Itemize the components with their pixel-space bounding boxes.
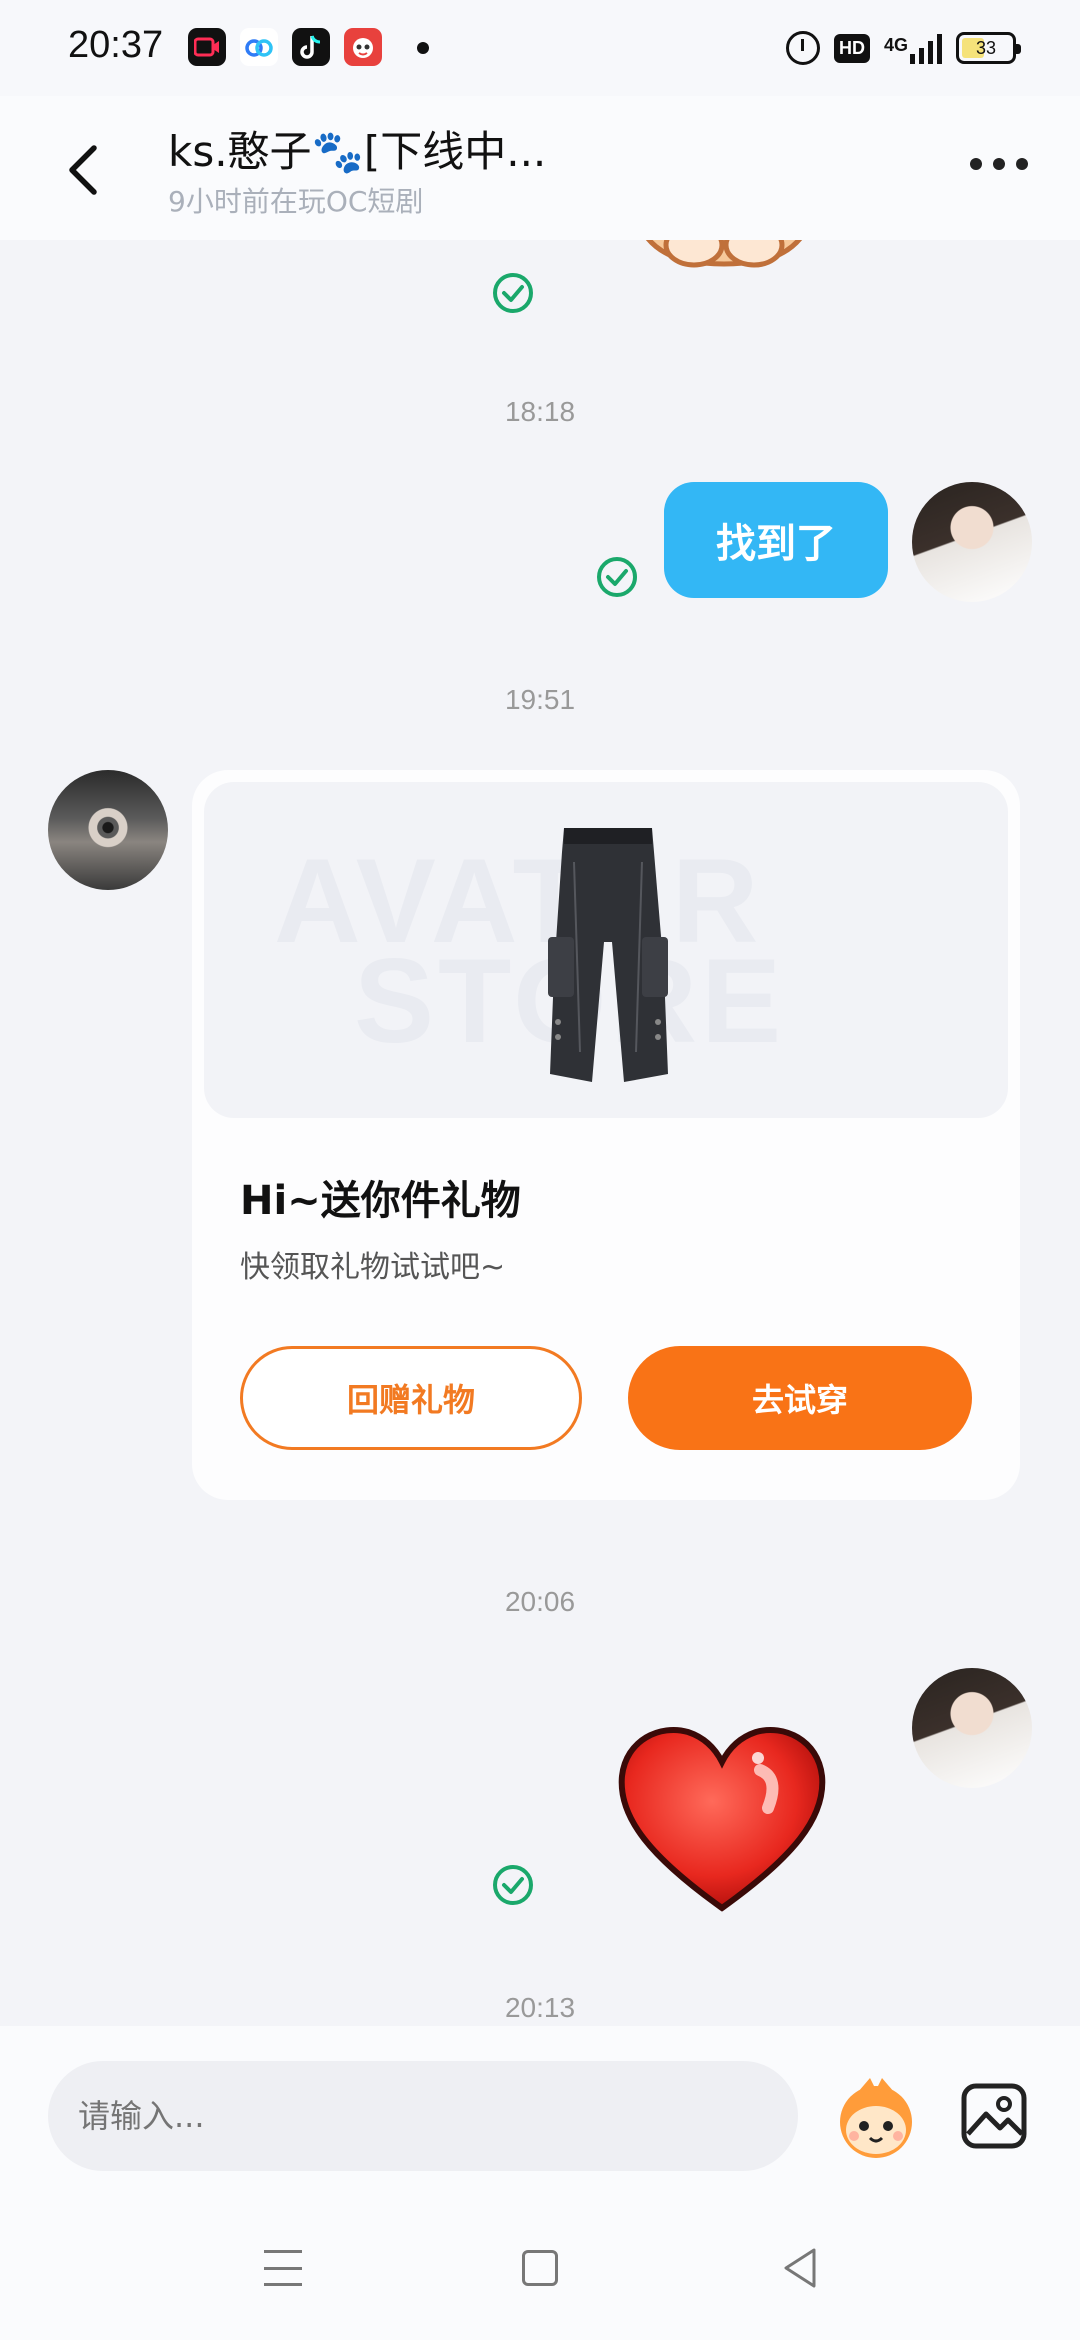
read-check-icon bbox=[492, 1864, 534, 1906]
contact-avatar[interactable] bbox=[48, 770, 168, 890]
sticker-partial[interactable] bbox=[624, 240, 824, 290]
gift-image[interactable]: AVATAR STORE bbox=[204, 782, 1008, 1118]
image-picker-icon[interactable] bbox=[960, 2082, 1028, 2150]
emoji-sticker-icon[interactable] bbox=[830, 2072, 922, 2164]
time-divider: 18:18 bbox=[504, 396, 576, 427]
network-indicator: 4G bbox=[884, 32, 942, 64]
message-input[interactable] bbox=[48, 2061, 798, 2171]
message-bubble-me[interactable]: 找到了 bbox=[664, 482, 888, 598]
game-app-icon bbox=[344, 28, 382, 66]
chat-messages[interactable]: 18:18 找到了 19:51 AVATAR STORE Hi~送你件礼物 快领… bbox=[0, 240, 1080, 2026]
heart-sticker[interactable] bbox=[612, 1718, 832, 1918]
chat-subtitle: 9小时前在玩OC短剧 bbox=[168, 185, 424, 218]
signal-icon bbox=[910, 32, 942, 64]
douyin-icon bbox=[292, 28, 330, 66]
system-nav-bar bbox=[0, 2206, 1080, 2340]
nav-back-icon[interactable] bbox=[780, 2246, 820, 2290]
gift-card-title: Hi~送你件礼物 bbox=[240, 1178, 521, 1224]
return-gift-button[interactable]: 回赠礼物 bbox=[240, 1346, 582, 1450]
status-bar: 20:37 HD 4G 33 bbox=[0, 0, 1080, 96]
battery-level: 33 bbox=[975, 37, 997, 58]
cargo-pants-image bbox=[548, 828, 668, 1082]
baidu-netdisk-icon bbox=[240, 28, 278, 66]
read-check-icon bbox=[492, 272, 534, 314]
try-on-button[interactable]: 去试穿 bbox=[628, 1346, 972, 1450]
alarm-icon bbox=[785, 31, 820, 65]
gift-card[interactable]: AVATAR STORE Hi~送你件礼物 快领取礼物试试吧~ 回赠礼物 去试穿 bbox=[192, 770, 1020, 1500]
notification-dot bbox=[417, 42, 429, 54]
input-bar bbox=[0, 2026, 1080, 2206]
status-time: 20:37 bbox=[68, 24, 164, 66]
my-avatar[interactable] bbox=[912, 1668, 1032, 1788]
hd-icon: HD bbox=[833, 33, 870, 63]
back-arrow-icon[interactable] bbox=[58, 140, 108, 200]
recent-apps-icon[interactable] bbox=[264, 2250, 302, 2286]
time-divider: 20:06 bbox=[504, 1586, 576, 1617]
chat-title[interactable]: ks.憨子🐾[下线中... bbox=[168, 118, 546, 179]
battery-icon: 33 bbox=[956, 32, 1021, 64]
time-divider: 20:13 bbox=[504, 1992, 576, 2023]
video-app-icon bbox=[188, 28, 226, 66]
more-options-icon[interactable] bbox=[970, 158, 1028, 170]
my-avatar[interactable] bbox=[912, 482, 1032, 602]
read-check-icon bbox=[596, 556, 638, 598]
gift-card-description: 快领取礼物试试吧~ bbox=[240, 1250, 506, 1285]
status-indicators: HD 4G 33 bbox=[785, 28, 1021, 68]
network-label: 4G bbox=[883, 35, 908, 55]
home-icon[interactable] bbox=[522, 2250, 558, 2286]
chat-header: ks.憨子🐾[下线中... 9小时前在玩OC短剧 bbox=[0, 96, 1080, 240]
time-divider: 19:51 bbox=[504, 684, 576, 715]
